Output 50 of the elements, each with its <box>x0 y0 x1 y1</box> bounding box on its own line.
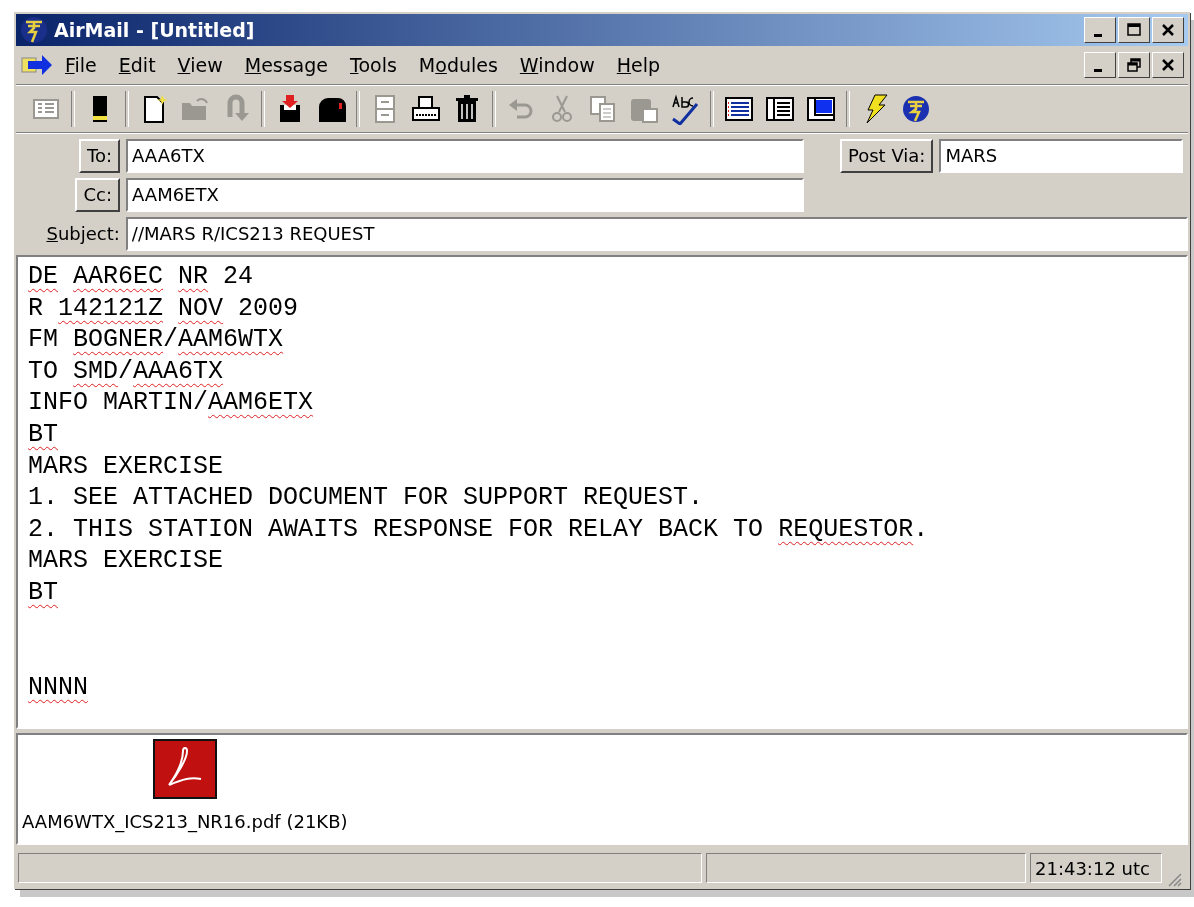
menu-item[interactable]: Window <box>508 54 606 76</box>
to-field[interactable]: AAA6TX <box>126 138 804 173</box>
menu-item[interactable]: Edit <box>107 54 167 76</box>
restore-icon <box>1126 57 1142 73</box>
message-line: BT <box>28 418 59 451</box>
message-line: 2. THIS STATION AWAITS RESPONSE FOR RELAY BACK TO REQUESTOR. <box>28 513 930 546</box>
close-icon <box>1160 57 1176 73</box>
minimize-button[interactable] <box>1084 17 1116 43</box>
message-line: MARS EXERCISE <box>28 545 225 577</box>
message-line: NNNN <box>28 671 89 704</box>
message-line: INFO MARTIN/AAM6ETX <box>28 387 315 419</box>
message-line: R 142121Z NOV 2009 <box>28 292 300 325</box>
message-line: BT <box>28 576 59 609</box>
spellcheck-icon[interactable] <box>669 93 701 125</box>
menu-item[interactable]: Tools <box>339 54 408 76</box>
minimize-icon <box>1094 68 1102 72</box>
cc-button[interactable]: Cc: <box>75 177 120 212</box>
close-button[interactable] <box>1152 52 1184 78</box>
subject-label: Subject: <box>46 223 120 244</box>
message-line: FM BOGNER/AAM6WTX <box>28 324 285 356</box>
resize-grip-icon[interactable] <box>1166 871 1182 887</box>
menu-item[interactable]: View <box>166 54 234 76</box>
message-line: 1. SEE ATTACHED DOCUMENT FOR SUPPORT REQUEST. <box>28 482 705 514</box>
post-via-button[interactable]: Post Via: <box>840 138 934 173</box>
message-body[interactable] <box>16 255 1188 729</box>
status-time: 21:43:12 utc <box>1030 853 1162 883</box>
window-title: AirMail - [Untitled] <box>54 19 255 41</box>
to-button[interactable]: To: <box>79 138 120 173</box>
pdf-file-icon[interactable] <box>152 739 217 799</box>
globe-icon[interactable] <box>900 93 932 125</box>
restore-button[interactable] <box>1118 52 1150 78</box>
globe-logo-icon <box>20 16 48 44</box>
arrow-icon[interactable] <box>20 52 54 78</box>
close-button[interactable] <box>1152 17 1184 43</box>
cc-field[interactable]: AAM6ETX <box>126 177 804 212</box>
minimize-button[interactable] <box>1084 52 1116 78</box>
subject-field[interactable]: //MARS R/ICS213 REQUEST <box>125 216 1188 251</box>
menu-item[interactable]: Message <box>233 54 339 76</box>
menu-item[interactable]: Help <box>605 54 672 76</box>
attachment-name[interactable]: AAM6WTX_ICS213_NR16.pdf (21KB) <box>22 811 348 832</box>
close-icon <box>1160 22 1176 38</box>
maximize-icon <box>1126 22 1142 38</box>
menu-item[interactable]: Modules <box>407 54 509 76</box>
minimize-icon <box>1094 33 1102 37</box>
maximize-button[interactable] <box>1118 17 1150 43</box>
message-line: MARS EXERCISE <box>28 450 225 483</box>
message-line: TO SMD/AAA6TX <box>28 355 225 388</box>
post-via-field[interactable]: MARS <box>939 138 1184 173</box>
menu-item[interactable]: File <box>54 54 108 76</box>
message-line: DE AAR6EC NR 24 <box>28 261 255 293</box>
